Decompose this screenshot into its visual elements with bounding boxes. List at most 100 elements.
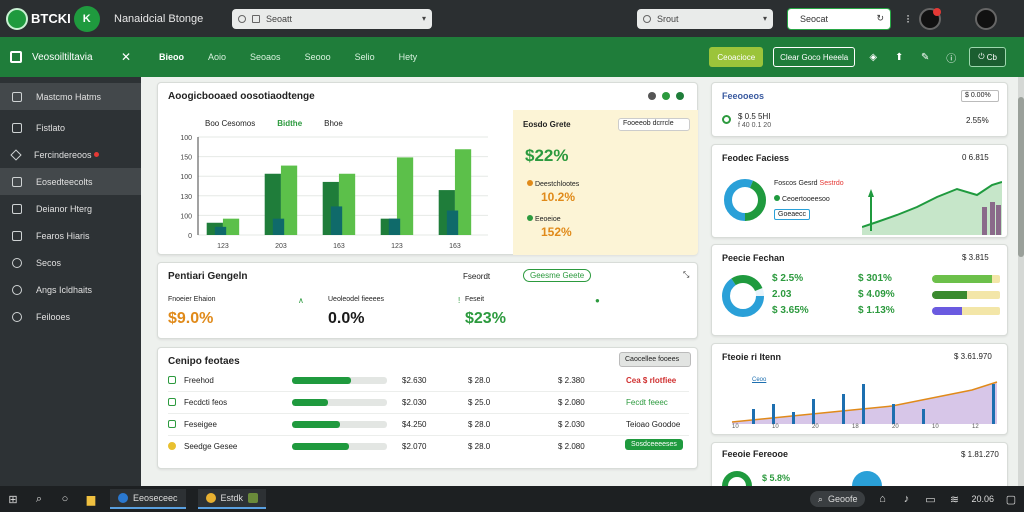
control-dot-1[interactable] xyxy=(648,92,656,100)
sidebar-item-3[interactable]: Eosedteecolts xyxy=(0,168,141,195)
volume-icon[interactable]: ♪ xyxy=(899,492,913,506)
share-icon[interactable]: ⬆ xyxy=(891,49,907,65)
outline-action-button[interactable]: Clear Goco Heeela xyxy=(773,47,856,67)
taskbar: ⊞ ⌕ ○ ▆ Eeoseceec Estdk ⌕ Geoofe ⌂ ♪ ▭ ≋ … xyxy=(0,486,1024,512)
tray-search[interactable]: ⌕ Geoofe xyxy=(809,491,866,507)
sidebar-item-5[interactable]: Fearos Hiaris xyxy=(0,222,141,249)
user-avatar[interactable] xyxy=(975,7,997,30)
tab-4[interactable]: Selio xyxy=(355,52,375,62)
tab-1[interactable]: Aoio xyxy=(208,52,226,62)
tab-3[interactable]: Seooo xyxy=(305,52,331,62)
app-logo[interactable]: BTCKI K xyxy=(6,5,114,32)
table-action-button[interactable]: Caocellee fooees xyxy=(619,352,691,367)
notification-avatar[interactable] xyxy=(919,7,941,30)
sidebar-item-4[interactable]: Deianor Hterg xyxy=(0,195,141,222)
info-icon[interactable]: ⓘ xyxy=(943,49,959,65)
sidebar-item-2[interactable]: Fercindereoos xyxy=(0,141,141,168)
collapse-icon[interactable]: ⤡ xyxy=(683,270,689,280)
row-checkbox[interactable] xyxy=(168,420,176,428)
bell-icon[interactable]: ⁝ xyxy=(899,10,917,28)
secondary-search-input[interactable]: Srout xyxy=(657,14,679,24)
bar-s2-2[interactable] xyxy=(330,206,343,235)
gear-icon xyxy=(12,284,22,295)
tertiary-search[interactable]: Seocat ↻ xyxy=(787,7,891,30)
search-icon[interactable]: ⌕ xyxy=(32,492,46,506)
scrollbar-thumb[interactable] xyxy=(1018,97,1024,257)
performance-action1[interactable]: Fseordt xyxy=(463,272,490,281)
sidebar-item-7[interactable]: Angs Icldhaits xyxy=(0,276,141,303)
wifi-icon[interactable]: ≋ xyxy=(947,492,961,506)
sidebar-item-label: Secos xyxy=(36,257,62,268)
search-icon xyxy=(643,14,651,23)
row-checkbox[interactable] xyxy=(168,442,176,450)
content-area: Aoogicbooaed oosotiaodtenge Boo Cesomos … xyxy=(141,77,1024,501)
clock[interactable]: 20.06 xyxy=(971,494,994,504)
shield-icon[interactable]: ◈ xyxy=(865,49,881,65)
bar-s2-3[interactable] xyxy=(388,218,401,235)
chevron-down-icon[interactable]: ▾ xyxy=(422,14,426,23)
windows-start-icon[interactable]: ⊞ xyxy=(6,492,20,506)
taskbar-app-1[interactable]: Eeoseceec xyxy=(110,489,186,509)
row2-dot xyxy=(527,215,533,221)
area-title: Fteoie ri Itenn xyxy=(722,352,782,362)
summary-dropdown[interactable]: $ 0.00% xyxy=(961,90,999,102)
kpi-value: 0.0% xyxy=(328,310,365,327)
refresh-icon[interactable]: ↻ xyxy=(876,13,884,24)
main-nav: Bieoo Aoio Seoaos Seooo Selio Hety Ceoac… xyxy=(141,37,1024,77)
sidebar-item-8[interactable]: Feilooes xyxy=(0,303,141,330)
row-tag[interactable]: Sosdceeeeses xyxy=(625,439,683,450)
donut-legend-3[interactable]: Goeaecc xyxy=(774,209,811,220)
sidebar-item-label: Feilooes xyxy=(36,311,71,322)
area-bar-2 xyxy=(990,202,995,235)
chart-legend: Boo Cesomos Bidthe Bhoe xyxy=(205,119,343,128)
primary-action-button[interactable]: Ceoacioce xyxy=(709,47,764,67)
sidebar-item-label: Fistlato xyxy=(36,122,66,133)
performance-action2[interactable]: Geesme Geete xyxy=(523,269,592,282)
bar-s2-1[interactable] xyxy=(272,218,285,235)
area-x-tick: 10 xyxy=(772,424,779,430)
taskbar-app-2[interactable]: Estdk xyxy=(197,489,267,509)
tray-search-label: Geoofe xyxy=(827,494,858,504)
row-col3: $ 2.080 xyxy=(558,398,585,407)
dark-action-button[interactable]: ⏻ Cb xyxy=(969,47,1006,67)
sidebar-item-1[interactable]: Fistlato xyxy=(0,114,141,141)
sidebar-item-6[interactable]: Secos xyxy=(0,249,141,276)
area-x-tick: 20 xyxy=(812,424,819,430)
tab-5[interactable]: Hety xyxy=(399,52,418,62)
x-tick-label: 123 xyxy=(391,243,403,250)
row-tag: Cea $ rlotfiee xyxy=(626,376,677,385)
secondary-search[interactable]: Srout ▾ xyxy=(637,8,773,29)
kpi-value: $23% xyxy=(465,310,506,327)
bar-s2-0[interactable] xyxy=(214,226,227,235)
control-dot-2[interactable] xyxy=(662,92,670,100)
tab-0[interactable]: Bieoo xyxy=(159,52,184,62)
legend-c: Bhoe xyxy=(324,119,343,128)
main-search[interactable]: Seoatt ▾ xyxy=(232,8,432,29)
summary-row-label: $ 0.5 5HI xyxy=(738,112,771,121)
combo-bar-8 xyxy=(922,409,925,424)
bar-s2-4[interactable] xyxy=(446,210,459,236)
gauge-card: Peecie Fechan $ 3.815 $ 2.5% $ 301% 2.03 $ … xyxy=(711,244,1008,336)
row-progress xyxy=(292,421,387,428)
notifications-icon[interactable]: ▢ xyxy=(1004,492,1018,506)
folder-icon[interactable]: ▆ xyxy=(84,492,98,506)
tertiary-search-input[interactable]: Seocat xyxy=(800,14,828,24)
edit-icon[interactable]: ✎ xyxy=(917,49,933,65)
row-checkbox[interactable] xyxy=(168,376,176,384)
sidebar-item-0[interactable]: Mastcmo Hatms xyxy=(0,83,141,110)
row-checkbox[interactable] xyxy=(168,398,176,406)
search-input[interactable]: Seoatt xyxy=(266,14,292,24)
legend-a: Boo Cesomos xyxy=(205,119,256,128)
battery-icon[interactable]: ▭ xyxy=(923,492,937,506)
area-fill xyxy=(862,182,1002,235)
row-name: Feseigee xyxy=(184,420,217,429)
chart-icon xyxy=(12,230,22,241)
network-icon[interactable]: ⌂ xyxy=(875,492,889,506)
growth-dropdown[interactable]: Fooeeob dcrrcle xyxy=(618,118,690,131)
control-dot-3[interactable] xyxy=(676,92,684,100)
tab-2[interactable]: Seoaos xyxy=(250,52,281,62)
task-view-icon[interactable]: ○ xyxy=(58,492,72,506)
page-scrollbar[interactable] xyxy=(1018,77,1024,486)
chevron-down-icon[interactable]: ▾ xyxy=(763,14,767,23)
close-icon[interactable]: ✕ xyxy=(121,50,131,64)
